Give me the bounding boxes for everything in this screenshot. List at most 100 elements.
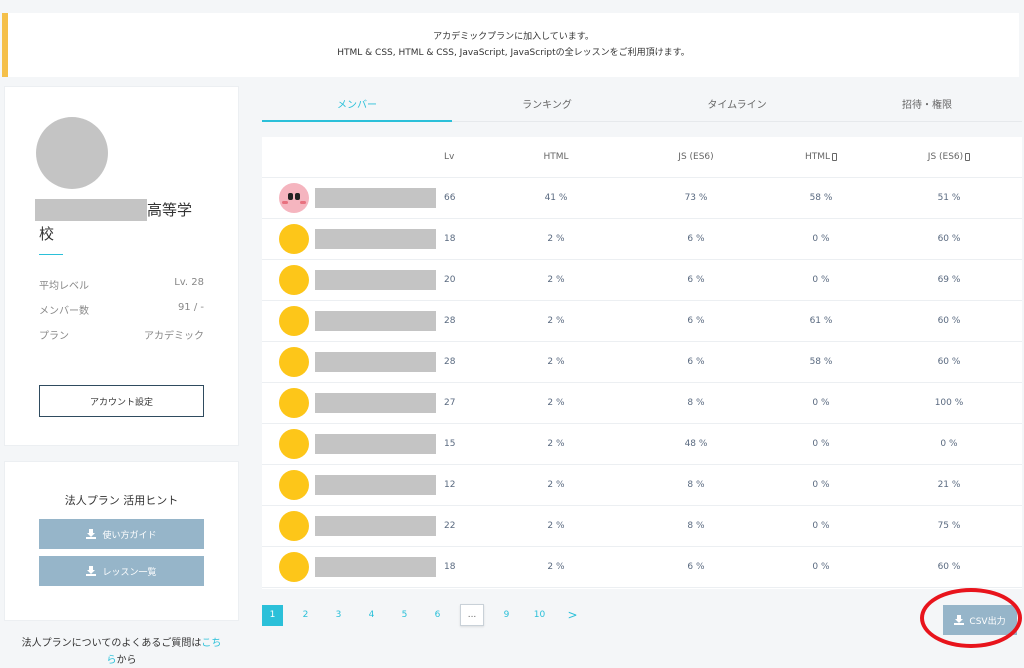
table-row[interactable]: 18 2 % 6 % 0 % 60 % bbox=[262, 219, 1022, 260]
table-row[interactable]: 12 2 % 8 % 0 % 21 % bbox=[262, 465, 1022, 506]
tab-timeline[interactable]: タイムライン bbox=[642, 86, 832, 121]
faq-prefix: 法人プランについてのよくあるご質問は bbox=[21, 638, 202, 649]
member-cell bbox=[262, 388, 444, 418]
hint-title: 法人プラン 活用ヒント bbox=[64, 494, 179, 507]
cell-html: 2 % bbox=[547, 357, 565, 367]
tab-invite-permissions[interactable]: 招待・権限 bbox=[832, 86, 1022, 121]
cell-html: 2 % bbox=[547, 480, 565, 490]
faq-suffix: から bbox=[116, 655, 137, 666]
table-row[interactable]: 27 2 % 8 % 0 % 100 % bbox=[262, 383, 1022, 424]
table-row[interactable]: 22 2 % 8 % 0 % 75 % bbox=[262, 506, 1022, 547]
download-icon bbox=[86, 566, 97, 576]
lesson-list-button[interactable]: レッスン一覧 bbox=[39, 556, 204, 586]
cell-lv: 20 bbox=[444, 275, 456, 285]
profile-card: 高等学 校 平均レベル Lv. 28 メンバー数 91 / - プラン アカデミ… bbox=[4, 86, 239, 446]
cell-html-mobile: 0 % bbox=[812, 398, 830, 408]
cell-lv: 18 bbox=[444, 234, 456, 244]
cell-js-mobile: 60 % bbox=[937, 562, 961, 572]
member-name-redacted bbox=[315, 516, 436, 536]
member-cell bbox=[262, 347, 444, 377]
cell-html: 2 % bbox=[547, 521, 565, 531]
member-cell bbox=[262, 183, 444, 213]
header-lv[interactable]: Lv bbox=[444, 152, 486, 162]
table-row[interactable]: 15 2 % 48 % 0 % 0 % bbox=[262, 424, 1022, 465]
member-avatar bbox=[279, 347, 309, 377]
cell-js: 6 % bbox=[687, 562, 705, 572]
page-button[interactable]: 10 bbox=[529, 605, 550, 626]
header-js-mobile[interactable]: JS (ES6) bbox=[876, 152, 1022, 162]
stat-label: メンバー数 bbox=[39, 306, 89, 317]
page-button[interactable]: 3 bbox=[328, 605, 349, 626]
cell-html: 2 % bbox=[547, 562, 565, 572]
table-row[interactable]: 18 2 % 6 % 0 % 60 % bbox=[262, 547, 1022, 588]
cell-js-mobile: 100 % bbox=[934, 398, 964, 408]
member-avatar bbox=[279, 470, 309, 500]
cell-html: 41 % bbox=[544, 193, 568, 203]
header-js[interactable]: JS (ES6) bbox=[626, 152, 766, 162]
page-ellipsis[interactable]: ... bbox=[460, 604, 484, 626]
page-button[interactable]: 2 bbox=[295, 605, 316, 626]
usage-guide-label: 使い方ガイド bbox=[102, 530, 157, 541]
cell-lv: 28 bbox=[444, 316, 456, 326]
member-name-redacted bbox=[315, 311, 436, 331]
member-avatar bbox=[279, 429, 309, 459]
cell-html-mobile: 58 % bbox=[809, 193, 833, 203]
tab-ranking[interactable]: ランキング bbox=[452, 86, 642, 121]
faq-link[interactable]: こち bbox=[201, 638, 221, 649]
pagination: 1 2 3 4 5 6... 9 10 > bbox=[262, 604, 595, 626]
cell-html: 2 % bbox=[547, 316, 565, 326]
table-row[interactable]: 28 2 % 6 % 61 % 60 % bbox=[262, 301, 1022, 342]
stat-average-level: 平均レベル Lv. 28 bbox=[39, 277, 204, 292]
cell-js: 8 % bbox=[687, 521, 705, 531]
member-name-redacted bbox=[315, 352, 436, 372]
next-page-button[interactable]: > bbox=[562, 605, 583, 626]
stat-label: プラン bbox=[39, 331, 69, 342]
cell-js: 8 % bbox=[687, 398, 705, 408]
member-avatar bbox=[279, 511, 309, 541]
member-avatar bbox=[279, 224, 309, 254]
cell-html-mobile: 0 % bbox=[812, 480, 830, 490]
stat-member-count: メンバー数 91 / - bbox=[39, 302, 204, 317]
member-cell bbox=[262, 429, 444, 459]
tab-members[interactable]: メンバー bbox=[262, 86, 452, 122]
member-name-redacted bbox=[315, 229, 436, 249]
table-header: Lv HTML JS (ES6) HTML JS (ES6) bbox=[262, 137, 1022, 178]
cell-js-mobile: 60 % bbox=[937, 316, 961, 326]
cell-js-mobile: 60 % bbox=[937, 234, 961, 244]
member-avatar bbox=[279, 388, 309, 418]
cell-js: 6 % bbox=[687, 316, 705, 326]
usage-guide-button[interactable]: 使い方ガイド bbox=[39, 519, 204, 549]
page-button[interactable]: 6 bbox=[427, 605, 448, 626]
cell-lv: 28 bbox=[444, 357, 456, 367]
member-cell bbox=[262, 224, 444, 254]
faq-link-continued[interactable]: ら bbox=[107, 655, 117, 666]
table-row[interactable]: 20 2 % 6 % 0 % 69 % bbox=[262, 260, 1022, 301]
cell-html: 2 % bbox=[547, 439, 565, 449]
cell-js-mobile: 60 % bbox=[937, 357, 961, 367]
cell-lv: 66 bbox=[444, 193, 456, 203]
page-button[interactable]: 1 bbox=[262, 604, 283, 626]
members-table: Lv HTML JS (ES6) HTML JS (ES6) 66 41 % 73 … bbox=[262, 137, 1022, 589]
member-name-redacted bbox=[315, 270, 436, 290]
highlight-annotation bbox=[920, 588, 1022, 648]
header-html-mobile[interactable]: HTML bbox=[766, 152, 876, 162]
page-button[interactable]: 5 bbox=[394, 605, 415, 626]
table-row[interactable]: 28 2 % 6 % 58 % 60 % bbox=[262, 342, 1022, 383]
mobile-icon bbox=[965, 152, 971, 161]
table-row[interactable]: 66 41 % 73 % 58 % 51 % bbox=[262, 178, 1022, 219]
cell-lv: 15 bbox=[444, 439, 456, 449]
cell-html-mobile: 0 % bbox=[812, 521, 830, 531]
stat-label: 平均レベル bbox=[39, 281, 89, 292]
banner-line-1: アカデミックプランに加入しています。 bbox=[433, 32, 594, 42]
member-avatar bbox=[279, 306, 309, 336]
page-button[interactable]: 9 bbox=[496, 605, 517, 626]
cell-lv: 22 bbox=[444, 521, 456, 531]
member-avatar bbox=[279, 265, 309, 295]
tab-bar: メンバー ランキング タイムライン 招待・権限 bbox=[262, 86, 1022, 122]
cell-html-mobile: 0 % bbox=[812, 439, 830, 449]
account-settings-button[interactable]: アカウント設定 bbox=[39, 385, 204, 417]
divider bbox=[39, 254, 63, 255]
cell-js: 6 % bbox=[687, 357, 705, 367]
page-button[interactable]: 4 bbox=[361, 605, 382, 626]
header-html[interactable]: HTML bbox=[486, 152, 626, 162]
